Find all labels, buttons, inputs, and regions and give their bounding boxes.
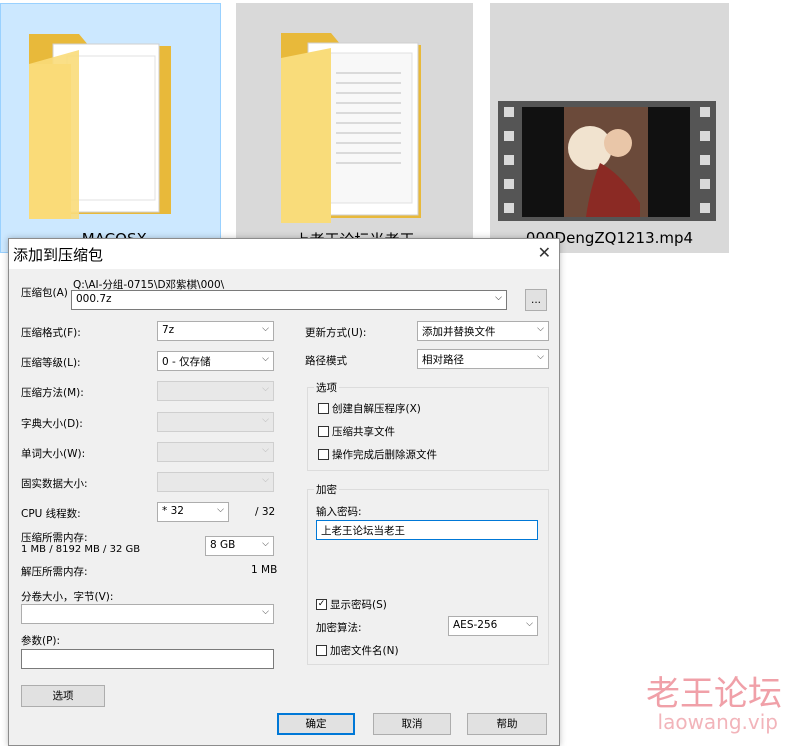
checkbox-box <box>318 426 329 437</box>
level-label: 压缩等级(L): <box>21 357 81 369</box>
mem-comp-detail: 1 MB / 8192 MB / 32 GB <box>21 544 141 555</box>
check-icon: ✓ <box>316 599 327 610</box>
method-label: 压缩方法(M): <box>21 387 84 399</box>
params-input[interactable] <box>21 649 274 669</box>
chevron-down-icon: ⌵ <box>262 384 269 394</box>
options-button[interactable]: 选项 <box>21 685 105 707</box>
shared-label: 压缩共享文件 <box>332 426 395 438</box>
method-select[interactable]: ⌵ <box>157 381 274 401</box>
options-group-title: 选项 <box>314 380 339 395</box>
folder-tile-macosx[interactable]: _MACOSX <box>0 3 221 253</box>
format-label: 压缩格式(F): <box>21 327 81 339</box>
chevron-down-icon: ⌵ <box>262 607 269 617</box>
archive-name-value: 000.7z <box>76 293 112 305</box>
mem-comp-value: 8 GB <box>210 539 236 551</box>
threads-max: / 32 <box>255 506 276 518</box>
word-label: 单词大小(W): <box>21 448 86 460</box>
close-icon[interactable]: ✕ <box>538 243 551 262</box>
path-mode-label: 路径模式 <box>305 355 347 367</box>
chevron-down-icon: ⌵ <box>262 324 269 334</box>
password-input[interactable]: 上老王论坛当老王 <box>316 520 538 540</box>
chevron-down-icon: ⌵ <box>262 539 269 549</box>
chevron-down-icon[interactable]: ⌵ <box>495 293 502 303</box>
encrypt-method-value: AES-256 <box>453 619 498 631</box>
show-password-label: 显示密码(S) <box>330 599 387 611</box>
folder-icon <box>281 33 421 223</box>
path-mode-select[interactable]: 相对路径 ⌵ <box>417 349 549 369</box>
update-label: 更新方式(U): <box>305 327 367 339</box>
delete-checkbox[interactable]: 操作完成后删除源文件 <box>318 447 437 462</box>
level-select[interactable]: 0 - 仅存储 ⌵ <box>157 351 274 371</box>
password-label: 输入密码: <box>316 506 362 518</box>
folder-icon <box>29 34 171 219</box>
chevron-down-icon: ⌵ <box>262 354 269 364</box>
browse-button[interactable]: ... <box>525 289 547 311</box>
checkbox-box <box>318 449 329 460</box>
chevron-down-icon: ⌵ <box>217 505 224 515</box>
archive-name-input[interactable]: 000.7z ⌵ <box>71 290 507 310</box>
encrypt-names-checkbox[interactable]: 加密文件名(N) <box>316 643 399 658</box>
mem-decomp-label: 解压所需内存: <box>21 566 88 578</box>
encryption-group: 加密 输入密码: 上老王论坛当老王 ✓ 显示密码(S) 加密算法: AES-256… <box>307 482 549 665</box>
format-select[interactable]: 7z ⌵ <box>157 321 274 341</box>
encryption-group-title: 加密 <box>314 482 339 497</box>
archive-label: 压缩包(A) <box>21 287 68 299</box>
sfx-checkbox[interactable]: 创建自解压程序(X) <box>318 401 421 416</box>
add-to-archive-dialog: 添加到压缩包 ✕ 压缩包(A) Q:\AI-分组-0715\D邓紫棋\000\ … <box>8 238 560 746</box>
folder-tile-laowang[interactable]: 上老王论坛当老王 <box>236 3 473 253</box>
mem-comp-select[interactable]: 8 GB ⌵ <box>205 536 274 556</box>
params-label: 参数(P): <box>21 635 61 647</box>
chevron-down-icon: ⌵ <box>537 324 544 334</box>
sfx-label: 创建自解压程序(X) <box>332 403 421 415</box>
path-mode-value: 相对路径 <box>422 354 464 366</box>
titlebar: 添加到压缩包 ✕ <box>9 239 559 269</box>
encrypt-method-select[interactable]: AES-256 ⌵ <box>448 616 538 636</box>
watermark-cn: 老王论坛 <box>646 674 782 714</box>
word-select[interactable]: ⌵ <box>157 442 274 462</box>
encrypt-names-label: 加密文件名(N) <box>330 645 399 657</box>
chevron-down-icon: ⌵ <box>526 619 533 629</box>
checkbox-box <box>318 403 329 414</box>
solid-select[interactable]: ⌵ <box>157 472 274 492</box>
mem-comp-label: 压缩所需内存: <box>21 532 88 544</box>
dialog-title: 添加到压缩包 <box>13 246 104 264</box>
level-value: 0 - 仅存储 <box>162 356 211 368</box>
show-password-checkbox[interactable]: ✓ 显示密码(S) <box>316 597 387 612</box>
update-value: 添加并替换文件 <box>422 326 496 338</box>
watermark-en: laowang.vip <box>657 710 778 734</box>
threads-label: CPU 线程数: <box>21 508 81 520</box>
threads-select[interactable]: * 32 ⌵ <box>157 502 229 522</box>
ok-button[interactable]: 确定 <box>277 713 355 735</box>
options-group: 选项 创建自解压程序(X) 压缩共享文件 操作完成后删除源文件 <box>307 380 549 471</box>
shared-checkbox[interactable]: 压缩共享文件 <box>318 424 395 439</box>
dict-label: 字典大小(D): <box>21 418 83 430</box>
video-tile[interactable]: 000DengZQ1213.mp4 <box>490 3 729 253</box>
help-button[interactable]: 帮助 <box>467 713 547 735</box>
volume-label: 分卷大小，字节(V): <box>21 591 114 603</box>
dict-select[interactable]: ⌵ <box>157 412 274 432</box>
volume-select[interactable]: ⌵ <box>21 604 274 624</box>
chevron-down-icon: ⌵ <box>262 445 269 455</box>
format-value: 7z <box>162 324 175 336</box>
delete-label: 操作完成后删除源文件 <box>332 449 437 461</box>
solid-label: 固实数据大小: <box>21 478 88 490</box>
encrypt-method-label: 加密算法: <box>316 622 362 634</box>
update-select[interactable]: 添加并替换文件 ⌵ <box>417 321 549 341</box>
cancel-button[interactable]: 取消 <box>373 713 451 735</box>
checkbox-box <box>316 645 327 656</box>
threads-value: * 32 <box>162 505 184 517</box>
chevron-down-icon: ⌵ <box>537 352 544 362</box>
mem-decomp-value: 1 MB <box>251 564 278 576</box>
chevron-down-icon: ⌵ <box>262 415 269 425</box>
chevron-down-icon: ⌵ <box>262 475 269 485</box>
video-thumbnail-icon <box>498 101 716 221</box>
